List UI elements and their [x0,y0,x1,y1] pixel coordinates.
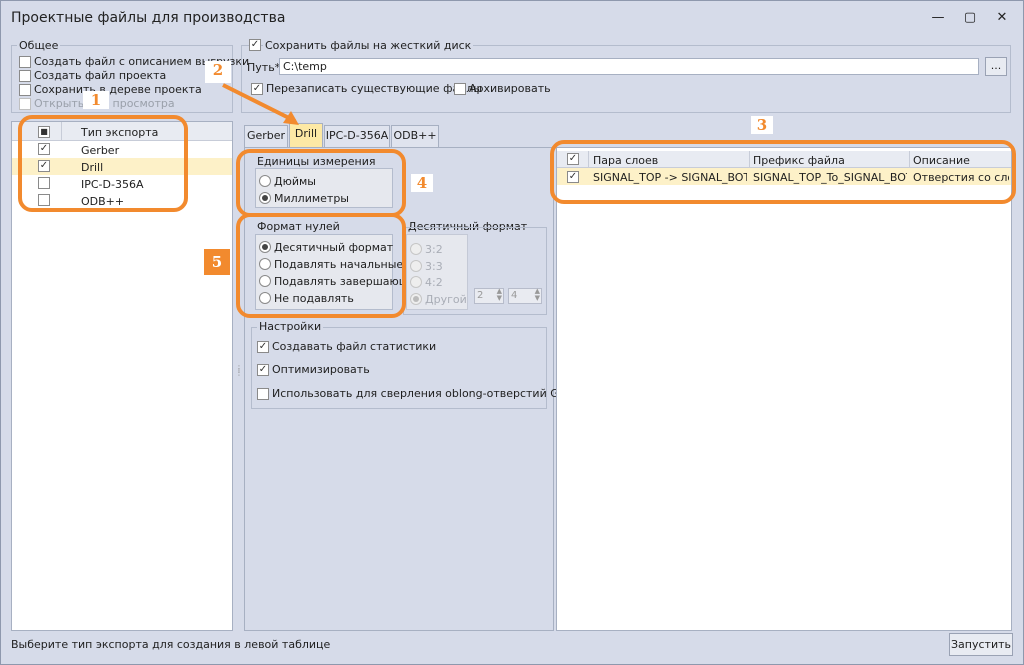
decimal-spin-2: 4 ▲ ▼ [508,288,542,304]
main-window: Проектные файлы для производства — ▢ ✕ О… [0,0,1024,665]
decimal-42-radio [410,276,422,288]
decimal-33-label: 3:3 [425,260,443,273]
layer-pair-table [556,147,1012,631]
decimal-other-label: Другой [425,293,467,306]
minimize-icon[interactable]: — [925,7,951,29]
annotation-number-3: 3 [751,116,773,134]
status-text: Выберите тип экспорта для создания в лев… [11,638,331,651]
browse-button[interactable]: ... [985,57,1007,76]
annotation-frame-3 [550,140,1016,204]
open-for-view-checkbox [19,98,31,110]
annotation-frame-5 [236,213,406,318]
oblong-label: Использовать для сверления oblong-отверс… [272,387,573,400]
annotation-number-1: 1 [83,91,109,109]
save-to-disk-checkbox[interactable]: ✓ [249,39,261,51]
decimal-42-label: 4:2 [425,276,443,289]
optimize-checkbox[interactable]: ✓ [257,364,269,376]
close-icon[interactable]: ✕ [989,7,1015,29]
statistics-checkbox[interactable]: ✓ [257,341,269,353]
archive-label: Архивировать [469,82,551,95]
decimal-33-radio [410,260,422,272]
window-title: Проектные файлы для производства [11,10,286,26]
decimal-32-radio [410,243,422,255]
save-group [241,45,1011,113]
archive-checkbox[interactable] [454,83,466,95]
annotation-frame-1 [18,115,188,212]
decimal-other-radio [410,293,422,305]
run-button[interactable]: Запустить [949,633,1013,656]
decimal-32-label: 3:2 [425,243,443,256]
decimal-spin-2-value: 4 [511,290,518,301]
decimal-spin-1-value: 2 [477,290,484,301]
optimize-label: Оптимизировать [272,363,370,376]
tab-ipc[interactable]: IPC-D-356A [324,125,390,147]
annotation-number-5: 5 [204,249,230,275]
maximize-icon[interactable]: ▢ [957,7,983,29]
path-input[interactable]: C:\temp [279,58,979,75]
annotation-number-4: 4 [411,174,433,192]
create-project-checkbox[interactable] [19,70,31,82]
general-title: Общее [17,39,61,52]
save-to-disk-label: Сохранить файлы на жесткий диск [263,39,474,52]
oblong-checkbox[interactable] [257,388,269,400]
save-in-tree-label: Сохранить в дереве проекта [34,83,202,96]
annotation-arrow-icon [222,83,299,125]
title-bar: Проектные файлы для производства — ▢ ✕ [1,1,1023,35]
decimal-spin-1: 2 ▲ ▼ [474,288,504,304]
statistics-label: Создавать файл статистики [272,340,437,353]
spin-arrows-icon: ▲ ▼ [496,287,502,302]
tab-odb[interactable]: ODB++ [391,125,439,147]
save-in-tree-checkbox[interactable] [19,84,31,96]
annotation-frame-4 [236,149,406,217]
create-project-label: Создать файл проекта [34,69,167,82]
splitter-grip-icon[interactable]: ⋮ ⋮ [235,365,243,377]
settings-title: Настройки [257,320,324,333]
spin-arrows-icon: ▲ ▼ [534,287,540,302]
create-description-checkbox[interactable] [19,56,31,68]
